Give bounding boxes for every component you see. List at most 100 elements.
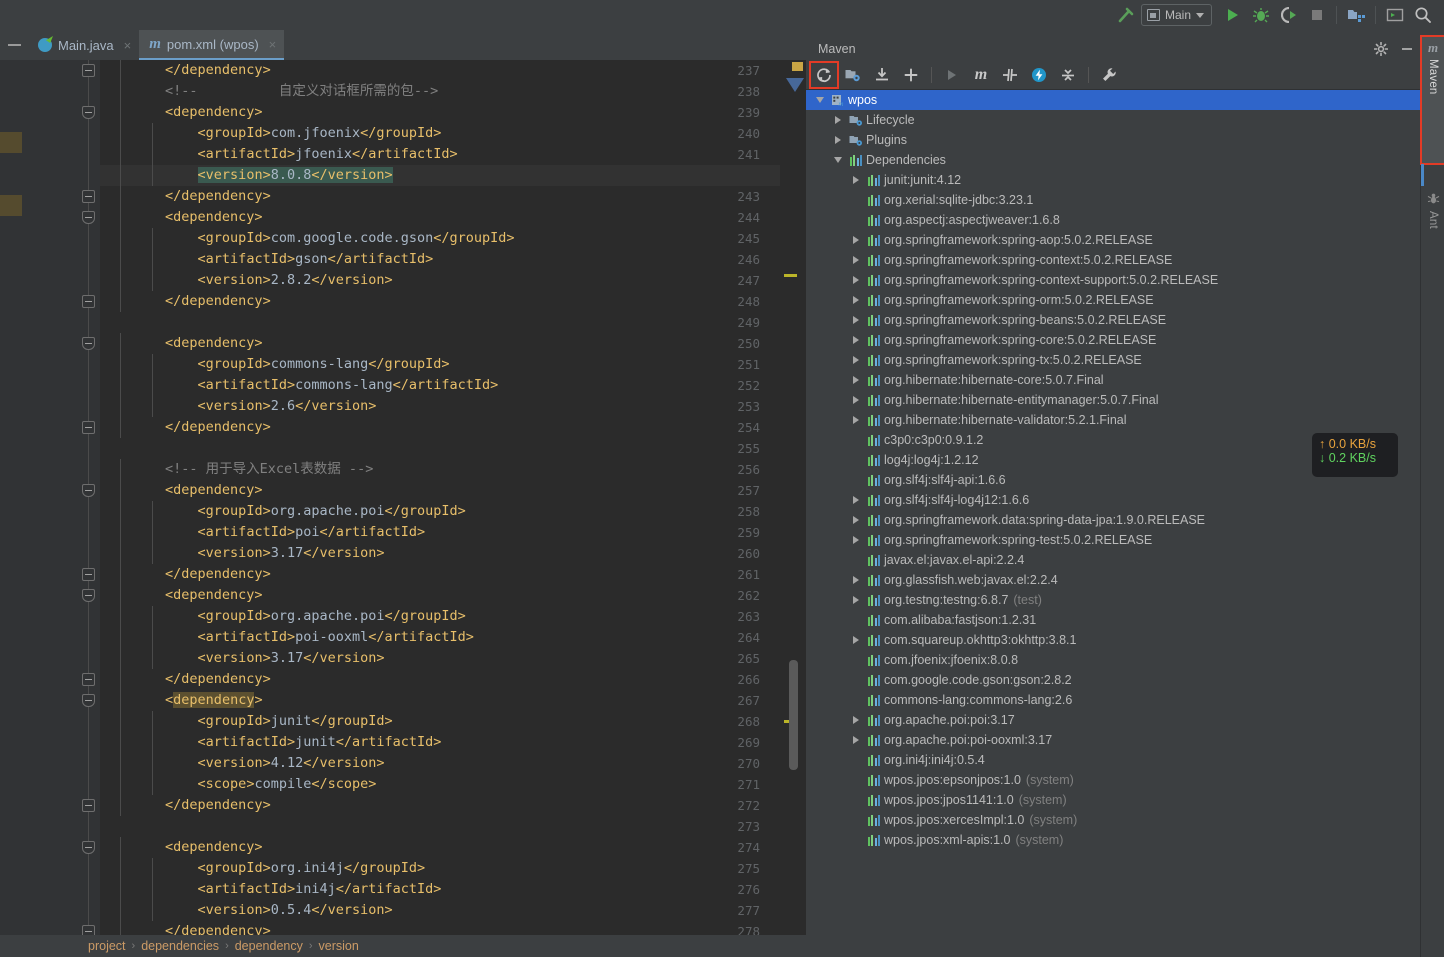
breadcrumb-item[interactable]: dependency	[235, 939, 303, 953]
maven-tree-row[interactable]: javax.el:javax.el-api:2.2.4	[806, 550, 1420, 570]
reimport-button[interactable]	[809, 61, 839, 89]
warning-stripe-mark[interactable]	[784, 274, 797, 277]
editor-tab-pom-xml[interactable]: m pom.xml (wpos) ×	[139, 30, 285, 60]
maven-tree-row[interactable]: Dependencies	[806, 150, 1420, 170]
code-line[interactable]	[100, 816, 780, 837]
tool-tab-ant[interactable]: Ant	[1421, 188, 1444, 262]
maven-tree-row[interactable]: org.hibernate:hibernate-entitymanager:5.…	[806, 390, 1420, 410]
close-icon[interactable]: ×	[124, 38, 132, 53]
maven-tree-row[interactable]: org.hibernate:hibernate-validator:5.2.1.…	[806, 410, 1420, 430]
code-line[interactable]: </dependency>	[100, 417, 780, 438]
chevron-right-icon[interactable]	[848, 276, 864, 284]
code-line[interactable]: <version>2.6</version>	[100, 396, 780, 417]
chevron-right-icon[interactable]	[848, 496, 864, 504]
chevron-right-icon[interactable]	[848, 736, 864, 744]
run-configuration-selector[interactable]: Main	[1140, 4, 1212, 26]
maven-tree-row[interactable]: org.testng:testng:6.8.7 (test)	[806, 590, 1420, 610]
chevron-right-icon[interactable]	[848, 576, 864, 584]
code-line[interactable]: <artifactId>gson</artifactId>	[100, 249, 780, 270]
maven-tree-row[interactable]: commons-lang:commons-lang:2.6	[806, 690, 1420, 710]
code-line[interactable]	[100, 312, 780, 333]
chevron-right-icon[interactable]	[848, 316, 864, 324]
maven-tree-row[interactable]: org.xerial:sqlite-jdbc:3.23.1	[806, 190, 1420, 210]
toggle-skip-tests-button[interactable]	[996, 62, 1024, 88]
download-sources-button[interactable]	[868, 62, 896, 88]
fold-toggle-icon[interactable]	[82, 295, 95, 308]
fold-toggle-icon[interactable]	[82, 841, 95, 854]
code-line[interactable]: <version>3.17</version>	[100, 648, 780, 669]
code-line[interactable]: <!-- 用于导入Excel表数据 -->	[100, 459, 780, 480]
code-line[interactable]: <version>3.17</version>	[100, 543, 780, 564]
project-structure-button[interactable]	[1343, 3, 1369, 27]
code-line[interactable]: </dependency>	[100, 669, 780, 690]
chevron-right-icon[interactable]	[848, 536, 864, 544]
code-line[interactable]: <groupId>org.apache.poi</groupId>	[100, 501, 780, 522]
hide-tabs-button[interactable]	[0, 30, 28, 60]
maven-tree-row[interactable]: org.springframework:spring-beans:5.0.2.R…	[806, 310, 1420, 330]
minimize-icon[interactable]	[1394, 42, 1420, 56]
code-line[interactable]: </dependency>	[100, 60, 780, 81]
code-line[interactable]: <groupId>com.google.code.gson</groupId>	[100, 228, 780, 249]
code-line[interactable]: <groupId>junit</groupId>	[100, 711, 780, 732]
execute-maven-goal-button[interactable]: m	[967, 62, 995, 88]
maven-tree-row[interactable]: org.springframework.data:spring-data-jpa…	[806, 510, 1420, 530]
code-line[interactable]: <artifactId>ini4j</artifactId>	[100, 879, 780, 900]
maven-tree-row[interactable]: junit:junit:4.12	[806, 170, 1420, 190]
maven-tree-row[interactable]: org.apache.poi:poi-ooxml:3.17	[806, 730, 1420, 750]
code-line[interactable]: <artifactId>commons-lang</artifactId>	[100, 375, 780, 396]
maven-tree-row[interactable]: org.aspectj:aspectjweaver:1.6.8	[806, 210, 1420, 230]
hammer-icon[interactable]	[1113, 3, 1139, 27]
code-line[interactable]: <artifactId>poi</artifactId>	[100, 522, 780, 543]
maven-tree-row[interactable]: wpos.jpos:jpos1141:1.0 (system)	[806, 790, 1420, 810]
maven-tree-row[interactable]: org.springframework:spring-test:5.0.2.RE…	[806, 530, 1420, 550]
code-line[interactable]: <version>0.5.4</version>	[100, 900, 780, 921]
fold-toggle-icon[interactable]	[82, 694, 95, 707]
chevron-right-icon[interactable]	[848, 396, 864, 404]
maven-tree-row[interactable]: wpos.jpos:epsonjpos:1.0 (system)	[806, 770, 1420, 790]
maven-tree-row[interactable]: com.jfoenix:jfoenix:8.0.8	[806, 650, 1420, 670]
chevron-right-icon[interactable]	[848, 296, 864, 304]
code-line[interactable]: <groupId>org.ini4j</groupId>	[100, 858, 780, 879]
code-line[interactable]: <dependency>	[100, 480, 780, 501]
chevron-right-icon[interactable]	[848, 596, 864, 604]
code-line[interactable]: <dependency>	[100, 102, 780, 123]
code-content[interactable]: </dependency> <!-- 自定义对话框所需的包--> <depend…	[100, 60, 780, 935]
maven-tree-row[interactable]: com.alibaba:fastjson:1.2.31	[806, 610, 1420, 630]
chevron-right-icon[interactable]	[848, 336, 864, 344]
fold-toggle-icon[interactable]	[82, 421, 95, 434]
code-line[interactable]: <version>4.12</version>	[100, 753, 780, 774]
tool-tab-maven[interactable]: m Maven	[1420, 35, 1444, 165]
editor-tab-main-java[interactable]: Main.java ×	[28, 30, 140, 60]
code-line[interactable]: <dependency>	[100, 585, 780, 606]
maven-tree-row[interactable]: org.hibernate:hibernate-core:5.0.7.Final	[806, 370, 1420, 390]
breadcrumb-item[interactable]: project	[88, 939, 126, 953]
maven-tree-row[interactable]: org.apache.poi:poi:3.17	[806, 710, 1420, 730]
chevron-right-icon[interactable]	[848, 256, 864, 264]
maven-tree-row[interactable]: org.springframework:spring-core:5.0.2.RE…	[806, 330, 1420, 350]
code-line[interactable]: </dependency>	[100, 921, 780, 935]
chevron-right-icon[interactable]	[830, 136, 846, 144]
stop-button[interactable]	[1304, 3, 1330, 27]
fold-toggle-icon[interactable]	[82, 589, 95, 602]
code-line[interactable]: <dependency>	[100, 333, 780, 354]
generate-sources-button[interactable]	[839, 62, 867, 88]
collapse-marker-icon[interactable]	[786, 78, 804, 92]
code-line[interactable]: <version>2.8.2</version>	[100, 270, 780, 291]
maven-tree-row[interactable]: com.google.code.gson:gson:2.8.2	[806, 670, 1420, 690]
maven-tree-row[interactable]: org.springframework:spring-aop:5.0.2.REL…	[806, 230, 1420, 250]
maven-tree-row[interactable]: org.glassfish.web:javax.el:2.2.4	[806, 570, 1420, 590]
debug-button[interactable]	[1248, 3, 1274, 27]
maven-tree-row[interactable]: org.springframework:spring-context-suppo…	[806, 270, 1420, 290]
code-line[interactable]	[100, 438, 780, 459]
maven-tree-row[interactable]: wpos.jpos:xml-apis:1.0 (system)	[806, 830, 1420, 850]
chevron-right-icon[interactable]	[848, 356, 864, 364]
wrench-icon[interactable]	[1095, 62, 1123, 88]
fold-toggle-icon[interactable]	[82, 211, 95, 224]
breadcrumb-item[interactable]: version	[319, 939, 359, 953]
maven-tree-row[interactable]: org.ini4j:ini4j:0.5.4	[806, 750, 1420, 770]
maven-tree-row[interactable]: org.springframework:spring-tx:5.0.2.RELE…	[806, 350, 1420, 370]
fold-toggle-icon[interactable]	[82, 64, 95, 77]
code-line[interactable]: <version>8.0.8</version>	[100, 165, 780, 186]
add-maven-project-button[interactable]	[897, 62, 925, 88]
fold-toggle-icon[interactable]	[82, 106, 95, 119]
